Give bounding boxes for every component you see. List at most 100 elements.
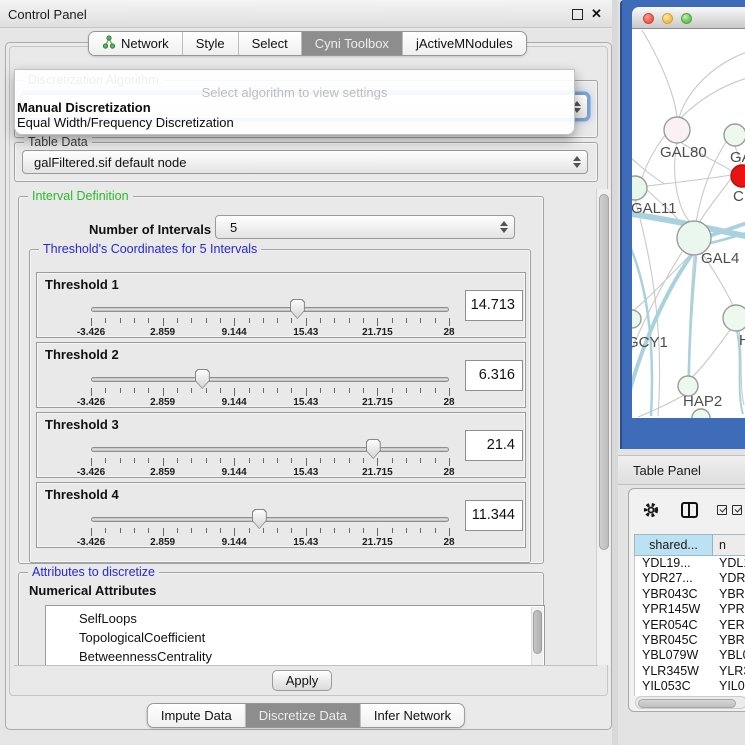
tick-mark (163, 528, 164, 536)
tab-network[interactable]: Network (89, 32, 183, 55)
settings-scrollbar-thumb[interactable] (599, 194, 609, 550)
tick-mark (420, 318, 421, 323)
table-horizontal-scrollbar[interactable] (635, 696, 745, 709)
numerical-attributes-list[interactable]: SelfLoopsTopologicalCoefficientBetweenne… (45, 605, 545, 666)
list-item-selfloops[interactable]: SelfLoops (46, 609, 544, 628)
tick-mark (349, 528, 350, 533)
network-edge[interactable] (638, 395, 684, 417)
close-traffic-light-icon[interactable] (643, 13, 654, 24)
threshold-slider-handle[interactable] (366, 439, 381, 459)
tab-style[interactable]: Style (183, 32, 239, 55)
threshold-slider-handle[interactable] (195, 369, 210, 389)
threshold-slider-handle[interactable] (252, 509, 267, 529)
tab-impute-data[interactable]: Impute Data (148, 704, 246, 727)
table-row[interactable]: YDR27...YDR2 (635, 571, 745, 586)
show-columns-icon[interactable] (681, 502, 698, 518)
threshold-slider-track[interactable] (91, 307, 449, 312)
select-none-checkbox-icon[interactable] (732, 505, 742, 515)
threshold-value-field[interactable]: 14.713 (465, 290, 523, 321)
settings-vertical-scrollbar[interactable] (596, 189, 610, 665)
table-scrollbar-thumb[interactable] (638, 699, 736, 708)
node-table-rows: YDL19...YDL1YDR27...YDR2YBR043CYBR0YPR14… (634, 556, 745, 696)
threshold-slider-handle[interactable] (290, 299, 305, 319)
table-row[interactable]: YER054CYER0 (635, 618, 745, 633)
tick-mark (120, 388, 121, 393)
column-header-name[interactable]: n (713, 535, 745, 555)
network-node[interactable] (692, 409, 710, 418)
float-window-icon[interactable] (572, 9, 583, 20)
attributes-scrollbar[interactable] (531, 607, 543, 666)
tick-mark (291, 318, 292, 323)
threshold-value-field[interactable]: 6.316 (465, 360, 523, 391)
table-row[interactable]: YIL053CYIL0 (635, 679, 745, 694)
network-view-window[interactable]: GAL80GACGAL11GAL4GCY1HHAP2 (620, 0, 745, 449)
gear-icon[interactable] (642, 501, 660, 519)
number-of-intervals-combobox[interactable]: 5 (215, 215, 515, 239)
table-row[interactable]: YBL079WYBL0 (635, 648, 745, 663)
threshold-slider-track[interactable] (91, 447, 449, 452)
list-item-topologicalcoefficient[interactable]: TopologicalCoefficient (46, 628, 544, 647)
threshold-scale: -3.4262.8599.14415.4321.71528 (91, 467, 449, 479)
network-edge[interactable] (692, 330, 730, 377)
screen: Control Panel ✕ NetworkStyleSelectCyni T… (0, 0, 745, 745)
column-header-shared-name[interactable]: shared... (635, 535, 713, 555)
threshold-slider-track[interactable] (91, 377, 449, 382)
tick-mark (105, 528, 106, 533)
list-item-betweennesscentrality[interactable]: BetweennessCentrality (46, 647, 544, 666)
attributes-group-label: Attributes to discretize (28, 565, 159, 579)
tab-cyni-toolbox[interactable]: Cyni Toolbox (302, 32, 403, 55)
table-data-group-label: Table Data (24, 135, 92, 149)
minimize-traffic-light-icon[interactable] (662, 13, 673, 24)
tick-mark (363, 388, 364, 393)
tick-mark (91, 458, 92, 466)
tab-jactivemnodules[interactable]: jActiveMNodules (403, 32, 526, 55)
cell-name: YDL1 (713, 556, 745, 571)
network-node[interactable] (731, 165, 745, 187)
right-side: GAL80GACGAL11GAL4GCY1HHAP2 Table Panel s… (618, 0, 745, 745)
network-node[interactable] (664, 117, 690, 143)
threshold-value-field[interactable]: 21.4 (465, 430, 523, 461)
threshold-panel: Threshold 3-3.4262.8599.14415.4321.71528… (36, 412, 526, 478)
tick-mark (320, 528, 321, 533)
tab-select[interactable]: Select (239, 32, 302, 55)
threshold-value-field[interactable]: 11.344 (465, 500, 523, 531)
table-row[interactable]: YBR043CYBR0 (635, 587, 745, 602)
tick-mark (234, 318, 235, 326)
cell-shared-name: YLR345W (635, 664, 713, 679)
network-canvas[interactable]: GAL80GACGAL11GAL4GCY1HHAP2 (632, 29, 745, 418)
tick-mark (249, 388, 250, 393)
tick-mark (349, 388, 350, 393)
zoom-traffic-light-icon[interactable] (681, 13, 692, 24)
tick-mark (349, 318, 350, 323)
select-all-checkbox-icon[interactable] (717, 505, 727, 515)
network-window-titlebar[interactable] (632, 7, 745, 29)
threshold-slider-track[interactable] (91, 517, 449, 522)
network-node[interactable] (632, 176, 647, 200)
tick-mark (120, 528, 121, 533)
table-row[interactable]: YDL19...YDL1 (635, 556, 745, 571)
algorithm-option-manual-discretization[interactable]: Manual Discretization (15, 100, 574, 115)
table-row[interactable]: YPR145WYPR1 (635, 602, 745, 617)
tab-infer-network[interactable]: Infer Network (361, 704, 464, 727)
network-node[interactable] (723, 305, 745, 331)
tick-mark (363, 528, 364, 533)
network-edge[interactable] (642, 30, 677, 117)
network-node[interactable] (724, 124, 745, 146)
network-node[interactable] (632, 310, 641, 328)
attributes-scrollbar-thumb[interactable] (533, 610, 542, 654)
tab-discretize-data[interactable]: Discretize Data (246, 704, 361, 727)
tick-mark (191, 458, 192, 463)
attributes-group: Attributes to discretize Numerical Attri… (18, 572, 544, 666)
apply-button[interactable]: Apply (272, 670, 332, 691)
tick-mark (148, 318, 149, 323)
algorithm-option-equal-width-frequency-discretization[interactable]: Equal Width/Frequency Discretization (15, 115, 574, 130)
tab-label: Style (196, 36, 225, 51)
network-edge[interactable] (699, 176, 733, 223)
number-of-intervals-value: 5 (216, 220, 494, 235)
table-row[interactable]: YBR045CYBR0 (635, 633, 745, 648)
numerical-attributes-label: Numerical Attributes (29, 583, 156, 598)
network-edge[interactable] (679, 52, 745, 118)
table-row[interactable]: YLR345WYLR3 (635, 664, 745, 679)
close-icon[interactable]: ✕ (591, 6, 602, 22)
table-data-combobox[interactable]: galFiltered.sif default node (22, 150, 588, 174)
